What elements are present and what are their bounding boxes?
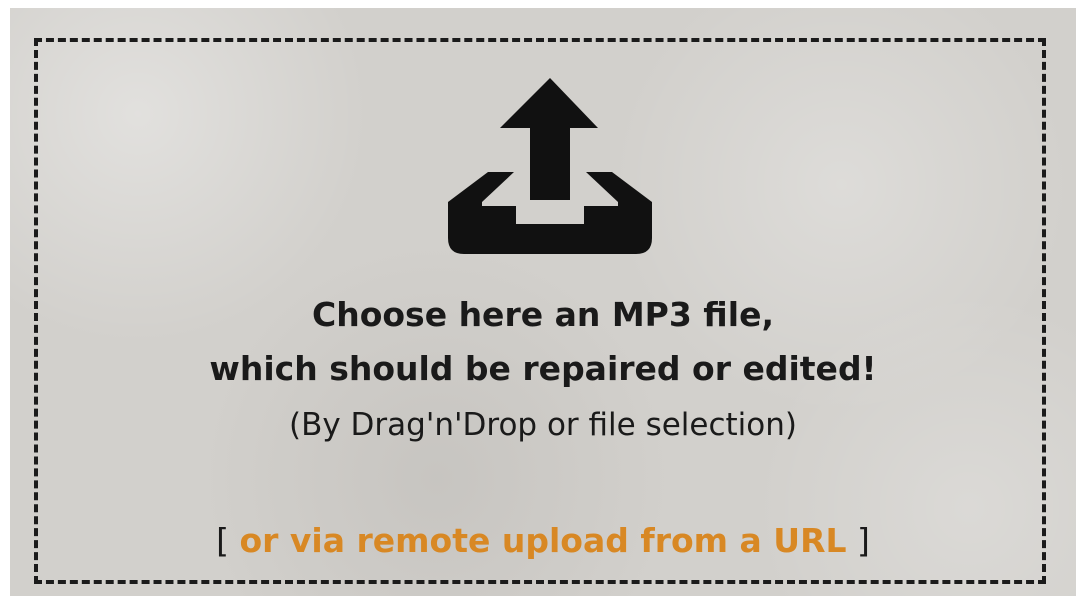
headline-line-2: which should be repaired or edited! xyxy=(209,349,877,388)
upload-tray-icon xyxy=(448,78,652,254)
headline-line-1: Choose here an MP3 file, xyxy=(312,295,774,334)
remote-upload-link[interactable]: or via remote upload from a URL xyxy=(239,521,846,560)
remote-upload-line: [ or via remote upload from a URL ] xyxy=(10,516,1076,566)
bracket-close: ] xyxy=(846,521,870,560)
bracket-open: [ xyxy=(216,521,240,560)
dropzone-subtitle: (By Drag'n'Drop or file selection) xyxy=(288,407,798,443)
upload-panel: Choose here an MP3 file, which should be… xyxy=(10,8,1076,596)
dropzone-headline: Choose here an MP3 file, which should be… xyxy=(10,288,1076,396)
